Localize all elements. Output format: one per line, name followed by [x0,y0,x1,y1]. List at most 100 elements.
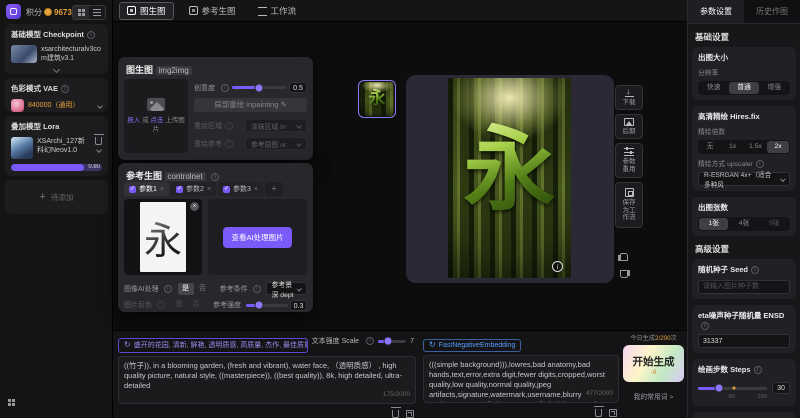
tab-controlnet[interactable]: 参考生图 [182,3,243,19]
expand-negative-icon[interactable] [609,409,617,417]
img2img-panel-title: 图生图 [126,65,153,75]
ai-process-yes[interactable]: 是 [178,283,194,295]
remove-image-icon[interactable]: × [190,202,199,211]
scale-slider[interactable] [378,340,406,343]
checkbox-checked-icon[interactable]: ✓ [129,186,136,193]
steps-card: 绘画步数 Steps 30 50 100 [692,359,796,406]
invert-yes[interactable]: 是 [171,299,187,311]
negative-embedding-chip[interactable]: ↻ FastNegativeEmbedding [423,339,521,352]
image-upload-dropzone[interactable]: 拖入 或 点击 上传图片 [124,79,188,153]
chevron-down-icon[interactable] [96,147,102,153]
controlnet-tab-2[interactable]: ✓ 参数2 × [171,182,216,196]
steps-slider[interactable] [698,387,767,390]
denoise-value[interactable]: 0.5 [289,82,307,93]
count-9[interactable]: 9张 [760,218,789,230]
upscaler-label: 精绘方式 upscaler [698,161,753,168]
invert-label: 图片反色 [124,300,152,310]
info-icon[interactable] [754,366,762,374]
info-icon[interactable] [87,31,95,39]
steps-value[interactable]: 30 [772,382,790,394]
lora-model[interactable]: XSArchi_127新科幻Neov1.0 [11,137,102,159]
chevron-down-icon[interactable] [53,66,60,73]
info-icon[interactable] [211,173,219,181]
info-icon[interactable] [253,285,261,293]
controlnet-tab-3[interactable]: ✓ 参数3 × [218,182,263,196]
close-icon[interactable]: × [207,186,211,193]
thumbs-down-button[interactable] [617,270,629,281]
info-icon[interactable] [756,160,764,168]
tab-parameters[interactable]: 参数设置 [688,0,744,23]
vae-select[interactable]: 840000（通用） [11,99,102,112]
tab-img2img[interactable]: 图生图 [119,2,174,20]
save-workflow-button[interactable]: 保存为工作流 [615,182,643,228]
postprocess-button[interactable]: 后期 [615,114,643,139]
apps-grid-icon[interactable] [8,399,15,406]
grid-view-button[interactable] [73,6,89,19]
region-label: 重绘区域 [194,121,222,131]
res-normal[interactable]: 普通 [729,82,758,94]
reuse-params-button[interactable]: 参数重用 [615,143,643,178]
steps-mark-mid: 50 [728,394,734,400]
ai-process-no[interactable]: 否 [195,283,211,295]
seed-input[interactable] [698,280,790,294]
info-icon[interactable] [366,337,374,345]
info-icon[interactable] [221,84,229,92]
tab-workflow[interactable]: 工作流 [251,3,304,19]
upscaler-dropdown[interactable]: R-ESRGAN 4x+（适合多种风 [698,172,790,186]
info-icon[interactable] [61,85,69,93]
thumbs-up-button[interactable] [617,253,629,264]
download-button[interactable]: 下载 [615,85,643,110]
points-label: 积分 [26,8,42,17]
hires-1-5x[interactable]: 1.5x [745,141,767,153]
clear-prompt-icon[interactable] [392,410,399,418]
delete-lora-icon[interactable] [95,137,102,145]
denoise-slider[interactable] [232,86,286,89]
add-lora-button[interactable]: + 待添加 [5,180,108,214]
view-ai-processed-button[interactable]: 查看AI处理图片 [223,227,291,248]
expand-prompt-icon[interactable] [406,410,414,418]
region-dropdown[interactable]: 涂抹区域 In [245,119,307,132]
hires-none[interactable]: 无 [699,141,721,153]
checkbox-checked-icon[interactable]: ✓ [176,186,183,193]
checkpoint-model[interactable]: xsarchitecturalv3com建筑v3.1 [11,45,102,63]
close-icon[interactable]: × [160,186,164,193]
count-4[interactable]: 4张 [729,218,758,230]
generate-button[interactable]: 开始生成 -8 [623,345,684,382]
add-controlnet-tab-button[interactable]: + [265,182,283,196]
ensd-input[interactable] [698,334,790,348]
checkbox-checked-icon[interactable]: ✓ [223,186,230,193]
info-icon[interactable] [701,322,709,330]
negative-prompt-input[interactable]: (((simple background))),lowres,bad anato… [423,355,619,403]
prompt-keyword-chip[interactable]: ↻ 盛开的花园, 清新, 鲜艳, 透明质感, 高质量, 杰作, 最佳质量 [118,338,308,353]
hires-1x[interactable]: 1x [722,141,744,153]
list-view-button[interactable] [89,6,105,19]
result-thumbnail[interactable]: 永 [358,80,396,118]
my-phrases-link[interactable]: 我的常用词 > [623,391,684,401]
strength-value[interactable]: 0.3 [290,300,307,311]
tab-history[interactable]: 历史作图 [744,0,800,23]
reference-image[interactable]: 永 [140,202,186,272]
hires-2x[interactable]: 2x [767,141,789,153]
info-icon[interactable] [164,285,172,293]
app-logo-icon[interactable] [6,4,21,19]
condition-dropdown[interactable]: 参考景深 dept [266,282,307,295]
count-1[interactable]: 1张 [699,218,728,230]
invert-no[interactable]: 否 [188,299,204,311]
ref-dropdown[interactable]: 参考原图 or [245,137,307,150]
res-enhanced[interactable]: 增强 [760,82,789,94]
strength-slider[interactable] [246,304,288,307]
thumbs-down-icon [620,270,628,278]
quota-prefix: 今日生成 [630,335,655,342]
download-icon [625,89,634,97]
scale-label: 文本强度 Scale [312,336,359,346]
generated-image[interactable]: 永 i [448,78,571,278]
positive-prompt-input[interactable]: ((竹子)), in a blooming garden, (fresh and… [118,356,416,404]
res-fast[interactable]: 快速 [699,82,728,94]
inpainting-button[interactable]: 局部重绘 inpainting ✎ [194,98,307,112]
controlnet-tab-1[interactable]: ✓ 参数1 × [124,182,169,196]
image-info-icon[interactable]: i [552,261,563,272]
clear-negative-icon[interactable] [595,409,602,417]
close-icon[interactable]: × [254,186,258,193]
lora-weight-slider[interactable]: 0.80 [11,164,102,171]
info-icon[interactable] [751,266,759,274]
